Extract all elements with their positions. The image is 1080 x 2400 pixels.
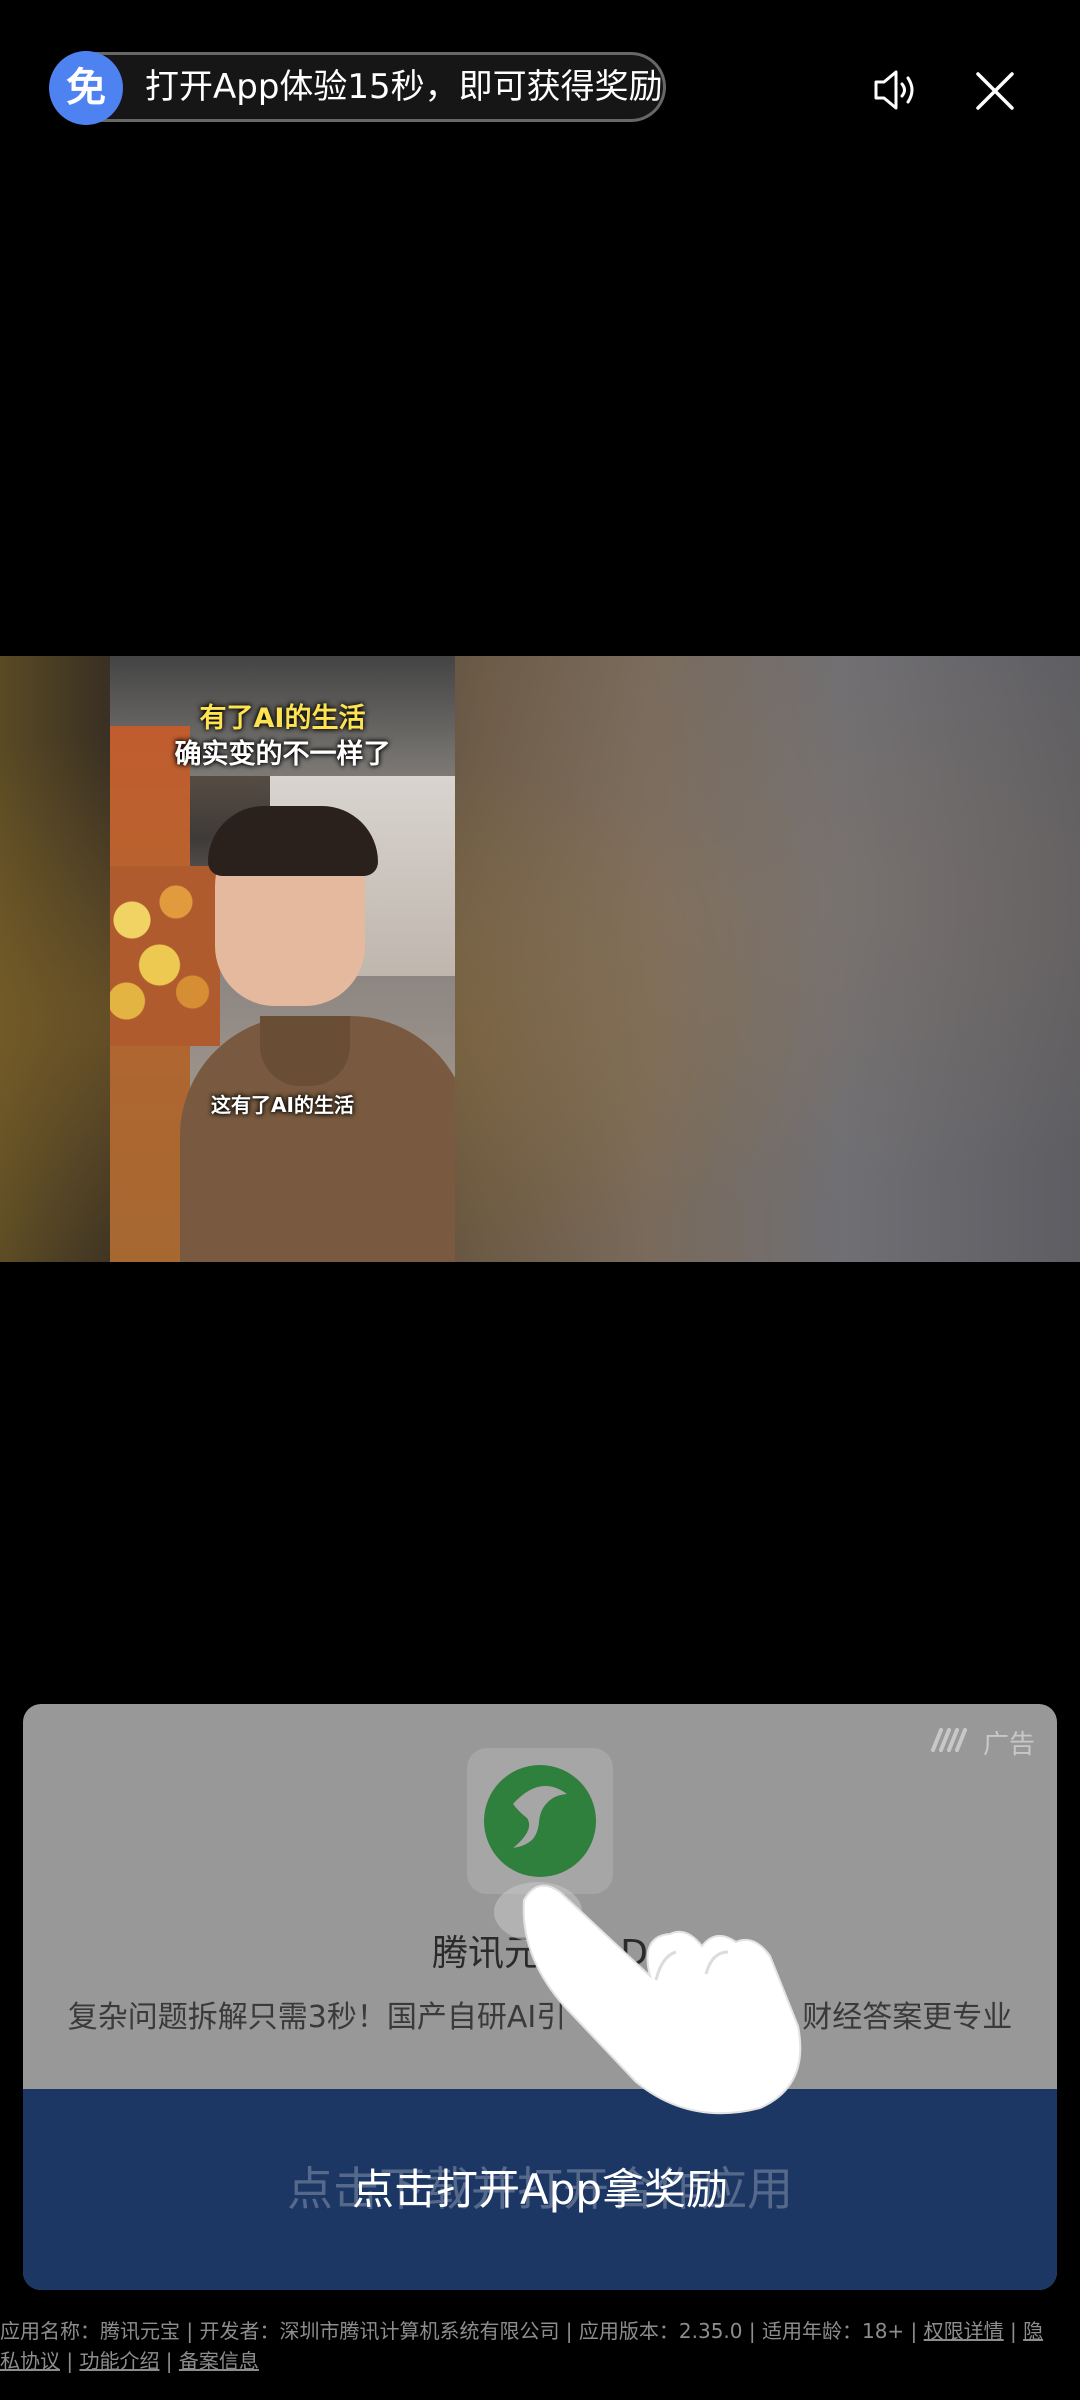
presenter-collar bbox=[260, 1016, 350, 1086]
video-player[interactable]: 有了AI的生活 确实变的不一样了 这有了AI的生活 bbox=[0, 656, 1080, 1262]
permissions-link[interactable]: 权限详情 bbox=[924, 2319, 1004, 2343]
ad-description-tail: 财经答案更专业 bbox=[802, 2000, 1013, 2035]
presenter-hair bbox=[208, 806, 378, 876]
sound-button[interactable] bbox=[870, 60, 920, 120]
footer-version: 应用版本：2.35.0 bbox=[578, 2319, 743, 2343]
cta-label: 点击打开App拿奖励 bbox=[351, 2165, 729, 2214]
reward-banner[interactable]: 免 打开App体验15秒，即可获得奖励 bbox=[49, 51, 666, 125]
app-info-footer: 应用名称：腾讯元宝 | 开发者：深圳市腾讯计算机系统有限公司 | 应用版本：2.… bbox=[0, 2316, 1080, 2376]
footer-app-name: 应用名称：腾讯元宝 bbox=[0, 2319, 180, 2343]
close-button[interactable] bbox=[970, 62, 1020, 118]
video-frame: 有了AI的生活 确实变的不一样了 这有了AI的生活 bbox=[110, 656, 455, 1262]
video-subtitle: 这有了AI的生活 bbox=[211, 1093, 354, 1117]
fruit-pile bbox=[110, 866, 220, 1046]
free-badge: 免 bbox=[49, 51, 123, 125]
ad-label: 广告 bbox=[982, 1730, 1035, 1760]
footer-developer: 开发者：深圳市腾讯计算机系统有限公司 bbox=[199, 2319, 560, 2343]
video-caption-subtitle: 确实变的不一样了 bbox=[174, 739, 391, 770]
speaker-icon bbox=[874, 70, 914, 110]
open-app-button[interactable]: 点击下载并打开合作应用 点击打开App拿奖励 bbox=[23, 2089, 1057, 2290]
footer-line-2: 私协议 | 功能介绍 | 备案信息 bbox=[0, 2349, 259, 2373]
footer-age: 适用年龄：18+ bbox=[761, 2319, 905, 2343]
features-link[interactable]: 功能介绍 bbox=[79, 2349, 159, 2373]
tap-hand-icon bbox=[494, 1882, 802, 2115]
privacy-link-start[interactable]: 隐 bbox=[1023, 2319, 1043, 2343]
reward-text: 打开App体验15秒，即可获得奖励 bbox=[145, 67, 663, 107]
footer-line-1: 应用名称：腾讯元宝 | 开发者：深圳市腾讯计算机系统有限公司 | 应用版本：2.… bbox=[0, 2319, 1044, 2343]
privacy-link[interactable]: 私协议 bbox=[0, 2349, 60, 2373]
filing-link[interactable]: 备案信息 bbox=[179, 2349, 259, 2373]
video-caption-title: 有了AI的生活 bbox=[199, 703, 366, 734]
ad-brand-icon bbox=[931, 1728, 967, 1752]
close-icon bbox=[976, 72, 1014, 110]
